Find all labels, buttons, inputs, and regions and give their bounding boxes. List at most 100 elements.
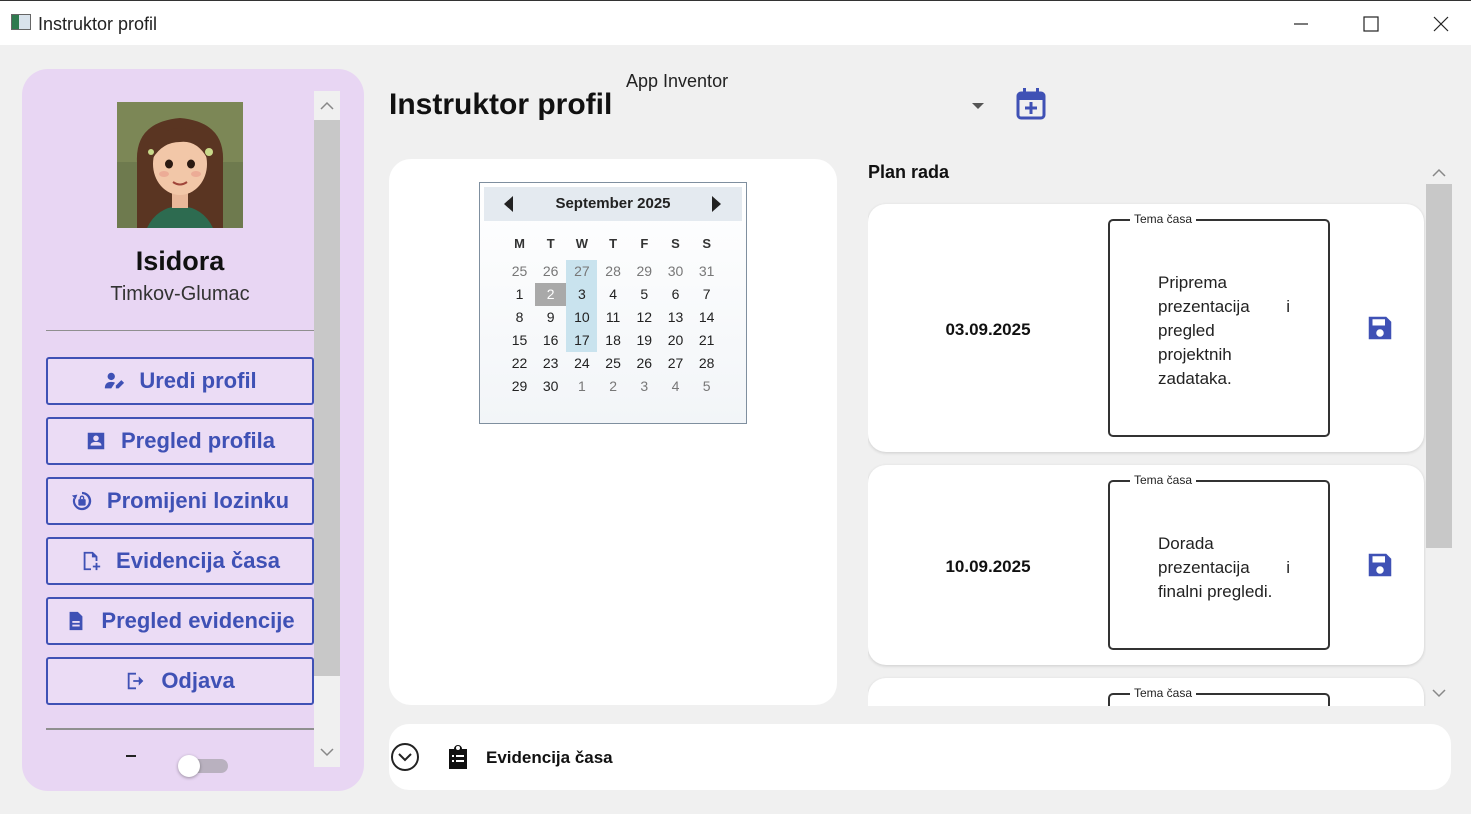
logout-label: Odjava bbox=[161, 668, 235, 693]
calendar-day[interactable]: 7 bbox=[691, 283, 722, 306]
calendar-day[interactable]: 6 bbox=[660, 283, 691, 306]
calendar-day[interactable]: 13 bbox=[660, 306, 691, 329]
weekday-label: T bbox=[609, 236, 618, 251]
topic-field[interactable]: Tema časa Dorada prezentacija i finalni … bbox=[1108, 473, 1330, 650]
close-button[interactable] bbox=[1418, 8, 1464, 40]
edit-profile-button[interactable]: Uredi profil bbox=[46, 357, 314, 405]
calendar-day[interactable]: 21 bbox=[691, 329, 722, 352]
weekday-label: F bbox=[640, 236, 649, 251]
weekday-label: T bbox=[546, 236, 555, 251]
calendar-day[interactable]: 10 bbox=[566, 306, 598, 329]
calendar-day[interactable]: 30 bbox=[535, 375, 566, 398]
calendar-day[interactable]: 24 bbox=[566, 352, 597, 375]
calendar-day[interactable]: 26 bbox=[535, 260, 566, 283]
calendar-day[interactable]: 29 bbox=[504, 375, 535, 398]
calendar-day[interactable]: 12 bbox=[629, 306, 660, 329]
plan-scroll-down-arrow[interactable] bbox=[1426, 680, 1452, 706]
add-class-button[interactable] bbox=[1013, 86, 1049, 122]
calendar-day[interactable]: 22 bbox=[504, 352, 535, 375]
calendar-day[interactable]: 30 bbox=[660, 260, 691, 283]
plan-title: Plan rada bbox=[868, 162, 950, 182]
avatar-illustration bbox=[117, 102, 243, 228]
calendar-month-label[interactable]: September 2025 bbox=[484, 195, 742, 212]
topic-text[interactable]: Priprema prezentacija i pregled projektn… bbox=[1158, 271, 1290, 391]
calendar-day[interactable]: 25 bbox=[598, 352, 629, 375]
calendar-day[interactable]: 1 bbox=[566, 375, 597, 398]
calendar-day[interactable]: 3 bbox=[566, 283, 598, 306]
calendar-day[interactable]: 16 bbox=[535, 329, 566, 352]
logout-button[interactable]: Odjava bbox=[46, 657, 314, 705]
save-button[interactable] bbox=[1365, 550, 1395, 580]
topic-field[interactable]: Tema časa Priprema prezentacija i pregle… bbox=[1108, 212, 1330, 437]
plan-scroll-thumb[interactable] bbox=[1426, 184, 1452, 548]
expand-button[interactable] bbox=[391, 743, 419, 771]
view-profile-button[interactable]: Pregled profila bbox=[46, 417, 314, 465]
sidebar-scrollbar[interactable] bbox=[314, 91, 340, 767]
toggle-knob[interactable] bbox=[178, 755, 200, 777]
close-icon bbox=[1433, 16, 1449, 32]
calendar-day[interactable]: 11 bbox=[598, 306, 629, 329]
calendar-plus-icon bbox=[1016, 88, 1046, 120]
file-add-icon bbox=[83, 551, 101, 571]
calendar-card: September 2025 M T W T F S S 25 26 27 28 29 30 31 1 2 3 4… bbox=[389, 159, 837, 705]
calendar-day[interactable]: 18 bbox=[598, 329, 629, 352]
class-record-expander[interactable]: Evidencija časa bbox=[389, 724, 1451, 790]
view-records-button[interactable]: Pregled evidencije bbox=[46, 597, 314, 645]
chevron-down-icon bbox=[398, 753, 412, 762]
class-record-button[interactable]: Evidencija časa bbox=[46, 537, 314, 585]
dropdown-arrow-icon[interactable] bbox=[972, 103, 984, 109]
calendar-day[interactable]: 25 bbox=[504, 260, 535, 283]
calendar-day[interactable]: 29 bbox=[629, 260, 660, 283]
calendar-day[interactable]: 5 bbox=[691, 375, 722, 398]
calendar-day[interactable]: 28 bbox=[691, 352, 722, 375]
user-edit-icon bbox=[105, 372, 125, 389]
save-button[interactable] bbox=[1365, 313, 1395, 343]
maximize-icon bbox=[1363, 16, 1379, 32]
profile-sidebar: Isidora Timkov-Glumac Uredi profil Pregl… bbox=[22, 69, 364, 791]
calendar-day[interactable]: 20 bbox=[660, 329, 691, 352]
calendar-day[interactable]: 14 bbox=[691, 306, 722, 329]
calendar-day[interactable]: 1 bbox=[504, 283, 535, 306]
calendar-day[interactable]: 27 bbox=[660, 352, 691, 375]
weekday-label: W bbox=[575, 236, 589, 251]
calendar-day[interactable]: 3 bbox=[629, 375, 660, 398]
chevron-up-icon bbox=[320, 101, 334, 110]
view-records-label: Pregled evidencije bbox=[101, 608, 295, 633]
maximize-button[interactable] bbox=[1348, 8, 1394, 40]
calendar-day[interactable]: 15 bbox=[504, 329, 535, 352]
weekday-label: S bbox=[671, 236, 680, 251]
calendar-day[interactable]: 19 bbox=[629, 329, 660, 352]
calendar-day[interactable]: 9 bbox=[535, 306, 566, 329]
plan-scroll-up-arrow[interactable] bbox=[1426, 160, 1452, 186]
calendar-day[interactable]: 4 bbox=[598, 283, 629, 306]
sidebar-scroll-thumb[interactable] bbox=[314, 120, 340, 676]
calendar-day[interactable]: 8 bbox=[504, 306, 535, 329]
next-month-arrow[interactable] bbox=[712, 196, 721, 212]
calendar-day[interactable]: 5 bbox=[629, 283, 660, 306]
calendar-day[interactable]: 2 bbox=[535, 283, 567, 306]
change-password-button[interactable]: Promijeni lozinku bbox=[46, 477, 314, 525]
theme-toggle[interactable] bbox=[178, 755, 228, 777]
calendar-day[interactable]: 28 bbox=[598, 260, 629, 283]
calendar-day[interactable]: 31 bbox=[691, 260, 722, 283]
chevron-up-icon bbox=[1432, 168, 1446, 177]
plan-scrollbar[interactable] bbox=[1426, 160, 1452, 706]
topic-text[interactable]: Dorada prezentacija i finalni pregledi. bbox=[1158, 532, 1290, 604]
view-profile-label: Pregled profila bbox=[120, 428, 276, 453]
calendar-day[interactable]: 2 bbox=[598, 375, 629, 398]
scroll-up-arrow[interactable] bbox=[314, 93, 340, 119]
calendar-day[interactable]: 27 bbox=[566, 260, 598, 283]
minimize-button[interactable] bbox=[1278, 8, 1324, 40]
topic-legend: Tema časa bbox=[1130, 473, 1197, 487]
calendar-day[interactable]: 26 bbox=[629, 352, 660, 375]
edit-profile-label: Uredi profil bbox=[139, 368, 257, 393]
calendar-day[interactable]: 23 bbox=[535, 352, 566, 375]
scroll-down-arrow[interactable] bbox=[314, 739, 340, 765]
calendar-day[interactable]: 17 bbox=[566, 329, 598, 352]
calendar[interactable]: September 2025 M T W T F S S 25 26 27 28 29 30 31 1 2 3 4… bbox=[479, 182, 747, 424]
course-select-value[interactable]: App Inventor bbox=[626, 71, 728, 92]
topic-field[interactable]: Tema časa bbox=[1108, 686, 1330, 706]
document-icon bbox=[69, 611, 83, 631]
weekday-label: S bbox=[702, 236, 712, 251]
calendar-day[interactable]: 4 bbox=[660, 375, 691, 398]
